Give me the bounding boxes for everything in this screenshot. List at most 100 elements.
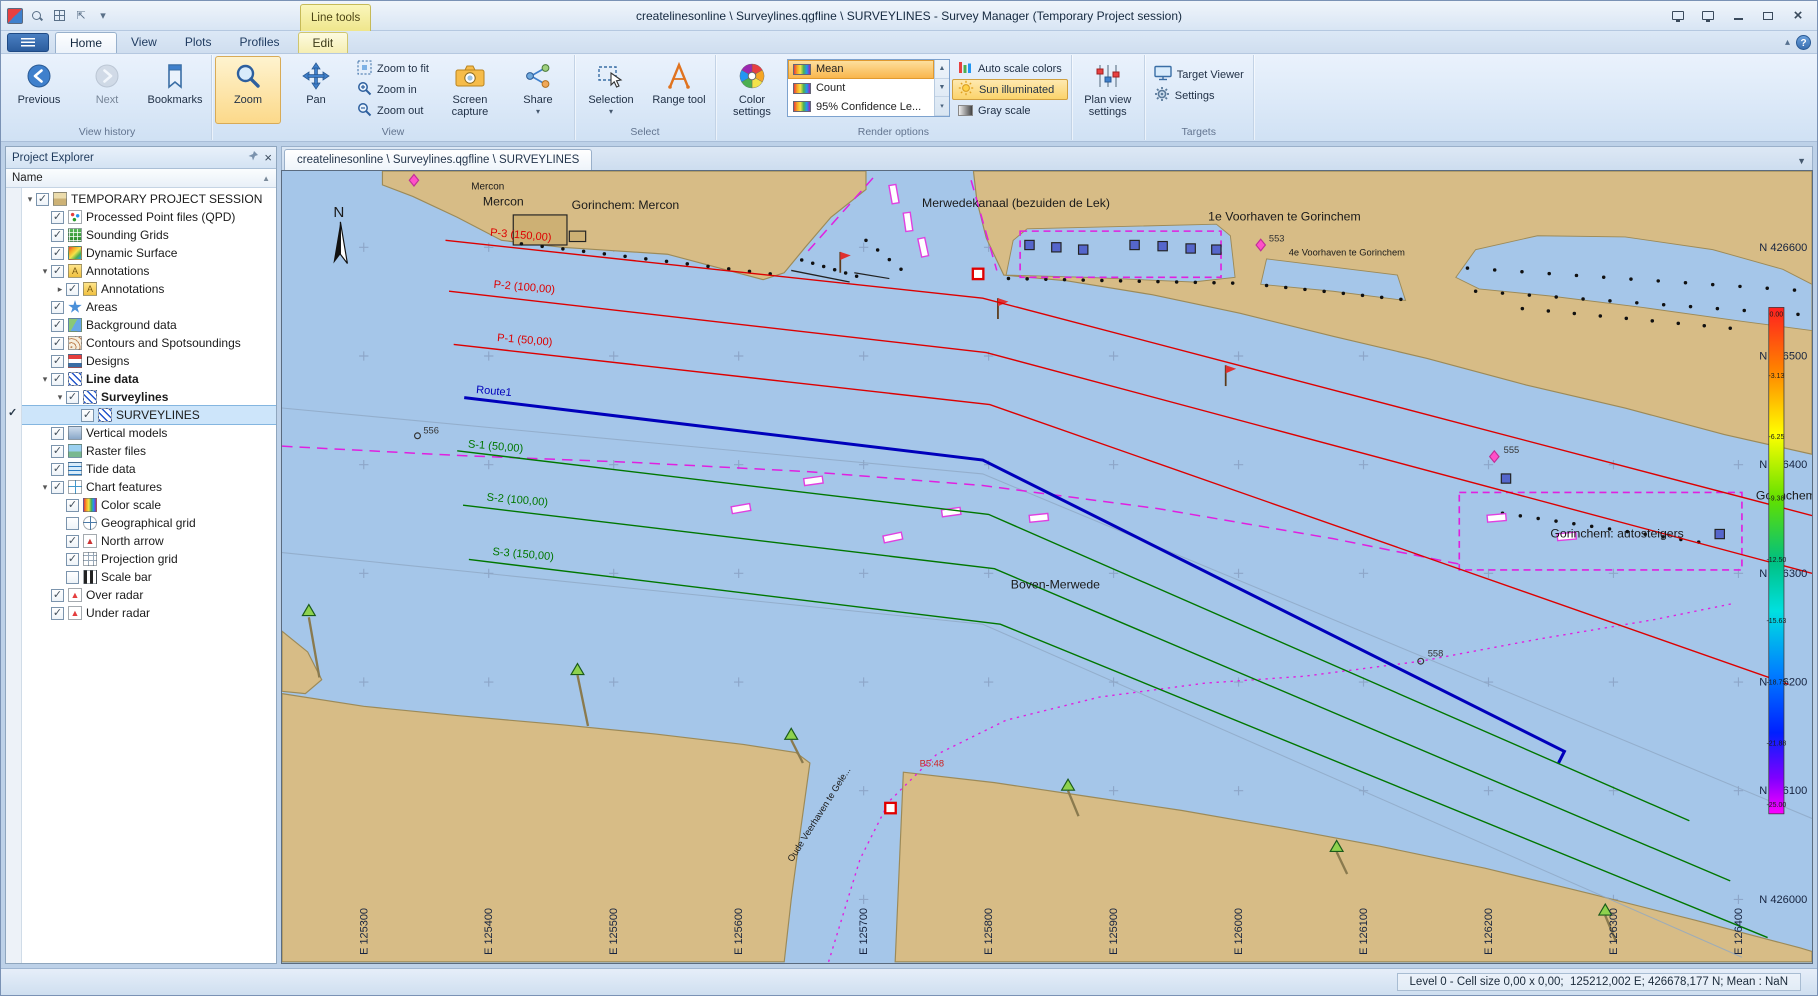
scroll-expand-button[interactable]: ▾ — [935, 97, 949, 116]
visibility-checkbox[interactable]: ✓ — [36, 193, 49, 206]
tree-item[interactable]: ✓ SURVEYLINES — [22, 406, 276, 424]
visibility-checkbox[interactable]: ✓ — [51, 373, 64, 386]
visibility-checkbox[interactable]: ✓ — [51, 589, 64, 602]
scroll-down-button[interactable]: ▼ — [935, 79, 949, 98]
layer-option-mean[interactable]: Mean — [788, 60, 934, 79]
tree-item[interactable]: ▾✓AAnnotations — [22, 262, 276, 280]
expand-arrow-icon[interactable]: ▾ — [39, 266, 51, 277]
color-settings-button[interactable]: Color settings — [719, 56, 785, 124]
pin-icon[interactable] — [247, 150, 259, 165]
document-tab[interactable]: createlinesonline \ Surveylines.qgfline … — [284, 149, 592, 170]
help-icon[interactable]: ? — [1796, 35, 1811, 50]
tab-list-dropdown-icon[interactable]: ▼ — [1797, 156, 1812, 170]
tree-item[interactable]: ✓ Raster files — [22, 442, 276, 460]
tree-item-label[interactable]: North arrow — [101, 534, 164, 548]
visibility-checkbox[interactable] — [66, 571, 79, 584]
panel-close-icon[interactable]: × — [264, 151, 272, 164]
bookmarks-button[interactable]: Bookmarks — [142, 56, 208, 124]
map-viewport[interactable]: N MerconMerconGorinchem: MerconMerwedeka… — [281, 170, 1813, 964]
previous-button[interactable]: Previous — [6, 56, 72, 124]
tree-item-label[interactable]: Annotations — [86, 264, 149, 278]
tree-item[interactable]: ✓ Tide data — [22, 460, 276, 478]
visibility-checkbox[interactable]: ✓ — [51, 445, 64, 458]
quick-zoom-icon[interactable] — [29, 8, 45, 24]
visibility-checkbox[interactable]: ✓ — [51, 247, 64, 260]
screen-capture-button[interactable]: Screen capture — [437, 56, 503, 124]
visibility-checkbox[interactable]: ✓ — [66, 553, 79, 566]
tree-item-label[interactable]: Scale bar — [101, 570, 152, 584]
tab-edit[interactable]: Edit — [298, 32, 349, 53]
map-canvas[interactable]: N MerconMerconGorinchem: MerconMerwedeka… — [282, 171, 1812, 963]
tree-item[interactable]: ✓ Dynamic Surface — [22, 244, 276, 262]
tree-item[interactable]: Scale bar — [22, 568, 276, 586]
quick-access-dropdown-icon[interactable]: ▾ — [95, 8, 111, 24]
layer-option-count[interactable]: Count — [788, 79, 934, 98]
visibility-checkbox[interactable]: ✓ — [51, 607, 64, 620]
visibility-checkbox[interactable]: ✓ — [51, 301, 64, 314]
tab-profiles[interactable]: Profiles — [226, 32, 294, 53]
tree-item[interactable]: ✓▲North arrow — [22, 532, 276, 550]
tree-item-label[interactable]: Projection grid — [101, 552, 178, 566]
tree-item-label[interactable]: TEMPORARY PROJECT SESSION — [71, 192, 262, 206]
zoom-button[interactable]: Zoom — [215, 56, 281, 124]
maximize-button[interactable] — [1755, 7, 1781, 25]
visibility-checkbox[interactable]: ✓ — [51, 337, 64, 350]
auto-scale-colors-button[interactable]: Auto scale colors — [952, 58, 1068, 79]
selection-button[interactable]: Selection ▾ — [578, 56, 644, 124]
tree-item[interactable]: ✓Areas — [22, 298, 276, 316]
tree-item[interactable]: Geographical grid — [22, 514, 276, 532]
zoom-in-button[interactable]: Zoom in — [351, 79, 435, 100]
tree-item-label[interactable]: Raster files — [86, 444, 146, 458]
tab-view[interactable]: View — [117, 32, 171, 53]
visibility-checkbox[interactable]: ✓ — [51, 211, 64, 224]
tree-item[interactable]: ✓ Vertical models — [22, 424, 276, 442]
share-button[interactable]: Share ▾ — [505, 56, 571, 124]
visibility-checkbox[interactable]: ✓ — [66, 391, 79, 404]
tree-item-label[interactable]: Geographical grid — [101, 516, 196, 530]
visibility-checkbox[interactable]: ✓ — [51, 463, 64, 476]
visibility-checkbox[interactable]: ✓ — [51, 319, 64, 332]
tree-item[interactable]: ▾✓Chart features — [22, 478, 276, 496]
tree-item-label[interactable]: Dynamic Surface — [86, 246, 177, 260]
visibility-checkbox[interactable]: ✓ — [51, 265, 64, 278]
gray-scale-button[interactable]: Gray scale — [952, 100, 1068, 121]
layer-option-confidence[interactable]: 95% Confidence Le... — [788, 97, 934, 116]
visibility-checkbox[interactable] — [66, 517, 79, 530]
tree-item-label[interactable]: Color scale — [101, 498, 161, 512]
expand-arrow-icon[interactable]: ▸ — [54, 284, 66, 295]
visibility-checkbox[interactable]: ✓ — [81, 409, 94, 422]
tree-item[interactable]: ▾✓Surveylines — [22, 388, 276, 406]
sun-illuminated-button[interactable]: Sun illuminated — [952, 79, 1068, 100]
tree-item-label[interactable]: Processed Point files (QPD) — [86, 210, 235, 224]
tree-item[interactable]: ▸✓AAnnotations — [22, 280, 276, 298]
tree-item-label[interactable]: Under radar — [86, 606, 150, 620]
collapse-ribbon-icon[interactable]: ▴ — [1785, 37, 1790, 48]
expand-arrow-icon[interactable]: ▾ — [39, 374, 51, 385]
tree-item[interactable]: ▾✓TEMPORARY PROJECT SESSION — [22, 190, 276, 208]
tree-item-label[interactable]: Vertical models — [86, 426, 167, 440]
tree-item[interactable]: ✓Designs — [22, 352, 276, 370]
zoom-to-fit-button[interactable]: Zoom to fit — [351, 58, 435, 79]
visibility-checkbox[interactable]: ✓ — [51, 229, 64, 242]
tree-item-label[interactable]: Chart features — [86, 480, 162, 494]
tree-item-label[interactable]: Background data — [86, 318, 177, 332]
monitor-1-icon[interactable] — [1665, 7, 1691, 25]
plan-view-settings-button[interactable]: Plan view settings — [1075, 56, 1141, 124]
scroll-up-button[interactable]: ▲ — [935, 60, 949, 79]
monitor-2-icon[interactable] — [1695, 7, 1721, 25]
expand-arrow-icon[interactable]: ▾ — [39, 482, 51, 493]
tree-item-label[interactable]: Over radar — [86, 588, 143, 602]
tree-item-label[interactable]: Tide data — [86, 462, 136, 476]
tree-item-label[interactable]: Line data — [86, 372, 139, 386]
tree-item-label[interactable]: Sounding Grids — [86, 228, 169, 242]
tree-item-label[interactable]: Contours and Spotsoundings — [86, 336, 241, 350]
tree-item[interactable]: ✓▲Under radar — [22, 604, 276, 622]
tree-item[interactable]: ✓ Projection grid — [22, 550, 276, 568]
tree-item[interactable]: ✓ Contours and Spotsoundings — [22, 334, 276, 352]
tree-item-label[interactable]: Surveylines — [101, 390, 168, 404]
tree-item[interactable]: ✓ Background data — [22, 316, 276, 334]
visibility-checkbox[interactable]: ✓ — [51, 427, 64, 440]
tree-item-label[interactable]: SURVEYLINES — [116, 408, 200, 422]
visibility-checkbox[interactable]: ✓ — [66, 499, 79, 512]
close-button[interactable]: × — [1785, 7, 1811, 25]
